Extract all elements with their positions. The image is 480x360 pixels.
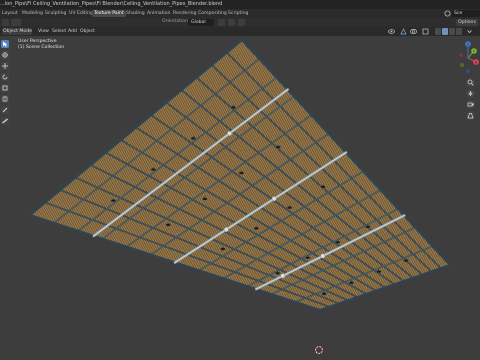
cursor-tool[interactable] <box>1 51 9 59</box>
proportional-edit-icon[interactable] <box>238 19 245 26</box>
visibility-icon[interactable] <box>388 28 395 35</box>
mode-value: Object Mode <box>3 29 32 34</box>
ceiling-model <box>28 38 452 312</box>
editor-type-icon[interactable] <box>2 19 9 26</box>
mode-dropdown[interactable]: Object Mode <box>2 28 32 35</box>
select-box-tool[interactable] <box>1 40 9 48</box>
annotate-tool[interactable] <box>1 106 9 114</box>
perspective-icon <box>467 113 474 119</box>
navigation-gizmo[interactable]: X Y Z <box>452 36 480 76</box>
tab-texture-paint[interactable]: Texture Paint <box>92 10 126 17</box>
snap-icon[interactable] <box>228 19 235 26</box>
vent-cap <box>320 253 326 259</box>
scale-tool[interactable] <box>1 84 9 92</box>
navigation-buttons <box>466 78 476 122</box>
scale-icon <box>2 85 8 91</box>
tool-header: Orientation: Global Options <box>0 18 480 27</box>
measure-icon <box>2 118 8 124</box>
wireframe-shading-button[interactable] <box>435 28 441 35</box>
viewport-overlay-info: User Perspective (1) Scene Collection <box>18 39 64 51</box>
gizmo-toggle-icon[interactable] <box>400 28 407 35</box>
tab-shading[interactable]: Shading <box>124 10 147 17</box>
gizmo-neg-y <box>460 63 464 67</box>
measure-tool[interactable] <box>1 117 9 125</box>
orientation-label: Orientation: <box>162 19 190 24</box>
tab-sculpting[interactable]: Sculpting <box>43 10 68 17</box>
camera-icon <box>467 102 474 107</box>
viewport-header: Object Mode View Select Add Object <box>0 27 480 36</box>
pan-icon <box>468 91 473 96</box>
window-title: ...lon_Pipe\Fl Ceiling_Ventilation_Pipes… <box>0 1 223 7</box>
menu-select[interactable]: Select <box>52 28 66 35</box>
vent-cap <box>223 227 229 232</box>
transform-tool[interactable] <box>1 95 9 103</box>
zoom-button[interactable] <box>466 78 475 87</box>
move-tool[interactable] <box>1 62 9 70</box>
gizmo-neg-z <box>466 69 470 73</box>
tab-layout[interactable]: Layout <box>0 10 20 17</box>
3d-cursor-icon[interactable] <box>314 345 324 355</box>
rendered-shading-button[interactable] <box>456 28 462 35</box>
title-bar: ...lon_Pipe\Fl Ceiling_Ventilation_Pipes… <box>0 0 480 9</box>
tab-rendering[interactable]: Rendering <box>171 10 198 17</box>
vent-cap <box>271 196 277 202</box>
pivot-icon[interactable] <box>218 19 225 26</box>
overlays-icon[interactable] <box>410 28 417 35</box>
scene-icon[interactable] <box>444 10 451 17</box>
rotate-tool[interactable] <box>1 73 9 81</box>
vent-cap <box>280 273 286 279</box>
solid-shading-button[interactable] <box>442 28 448 35</box>
xray-icon[interactable] <box>422 28 429 35</box>
tab-compositing[interactable]: Compositing <box>196 10 229 17</box>
annotate-icon <box>2 107 8 113</box>
perspective-toggle-button[interactable] <box>466 111 475 120</box>
cursor-icon <box>2 52 8 58</box>
tab-animation[interactable]: Animation <box>145 10 172 17</box>
tab-uv-editing[interactable]: UV Editing <box>67 10 95 17</box>
orientation-dropdown[interactable]: Global <box>188 19 214 26</box>
transform-icon <box>2 95 8 103</box>
scene-name: Sce <box>454 11 463 16</box>
select-box-icon <box>3 41 8 47</box>
zoom-icon <box>467 79 474 86</box>
shading-options-icon[interactable] <box>466 28 473 35</box>
menu-object[interactable]: Object <box>80 28 95 35</box>
gizmo-neg-x <box>459 53 463 57</box>
scene-selector[interactable]: Sce <box>452 10 480 17</box>
options-label: Options <box>458 20 476 25</box>
camera-view-button[interactable] <box>466 100 475 109</box>
select-mode-icon[interactable] <box>11 19 21 26</box>
tab-scripting[interactable]: Scripting <box>226 10 250 17</box>
rotate-icon <box>2 74 8 80</box>
menu-view[interactable]: View <box>38 28 49 35</box>
material-shading-button[interactable] <box>449 28 455 35</box>
move-icon <box>2 63 8 69</box>
3d-viewport[interactable] <box>0 36 480 360</box>
collection-label: (1) Scene Collection <box>18 45 65 50</box>
workspace-tab-bar: Layout Modeling Sculpting UV Editing Tex… <box>0 9 480 18</box>
menu-add[interactable]: Add <box>68 28 77 35</box>
options-button[interactable]: Options <box>456 19 478 26</box>
pan-button[interactable] <box>466 89 475 98</box>
vent-cap <box>227 130 233 136</box>
orientation-value: Global <box>191 20 206 25</box>
tool-shelf <box>1 40 9 128</box>
tab-modeling[interactable]: Modeling <box>20 10 45 17</box>
